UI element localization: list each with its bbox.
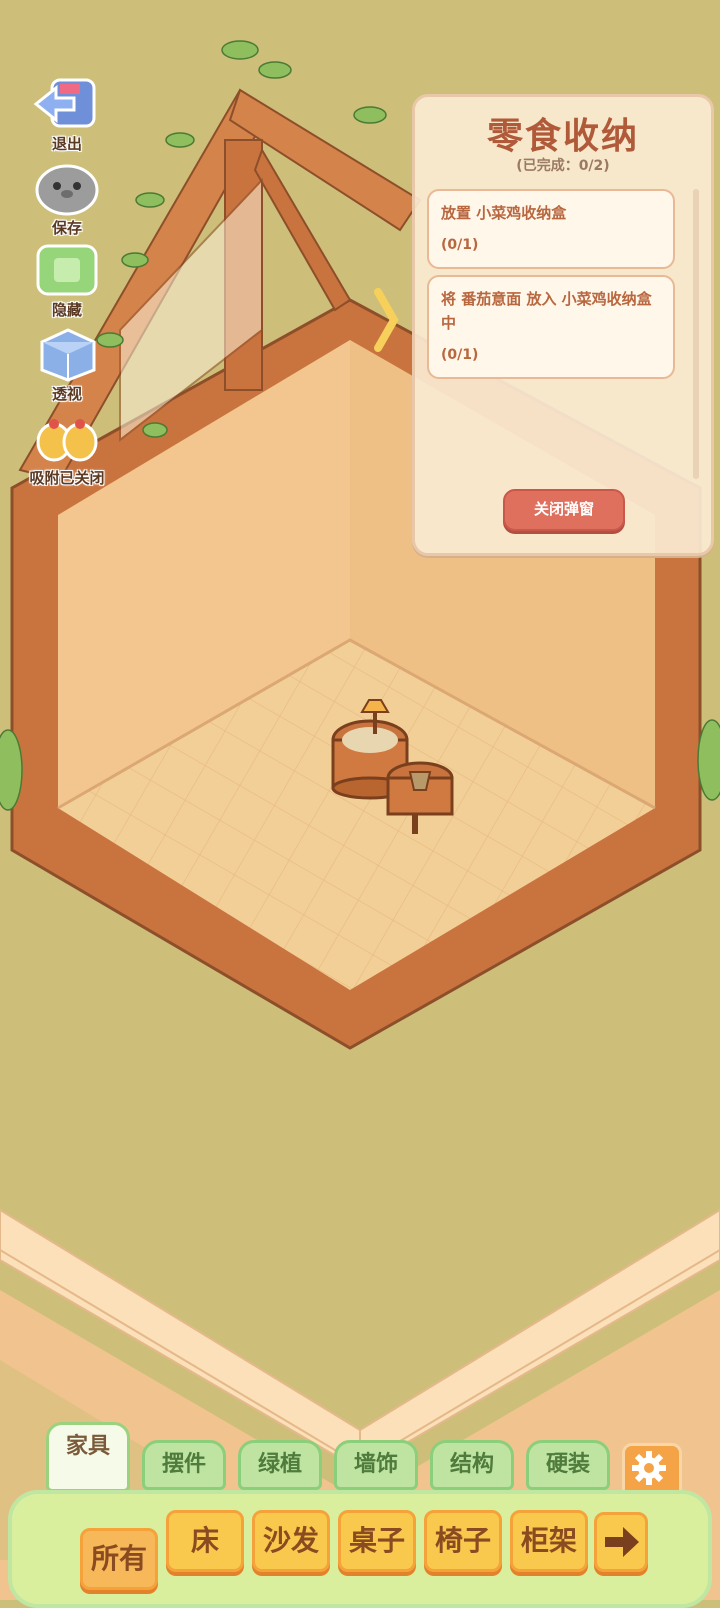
arrow-right-icon	[605, 1527, 639, 1557]
chick-snap-icon	[36, 419, 98, 462]
subcat-table[interactable]: 桌子	[338, 1510, 416, 1572]
exit-label: 退出	[51, 135, 82, 153]
exit-button[interactable]: 退出	[24, 76, 110, 154]
quest-progress: (已完成：0/2)	[516, 158, 610, 174]
hide-button[interactable]: 隐藏	[24, 242, 110, 320]
task-count: (0/1)	[441, 237, 479, 253]
quest-title: 零食收纳	[486, 116, 639, 157]
save-label: 保存	[51, 219, 82, 237]
hide-frame-icon	[36, 244, 98, 296]
tab-wall-decor[interactable]: 墙饰	[334, 1440, 418, 1490]
tab-structure[interactable]: 结构	[430, 1440, 514, 1490]
exit-arrow-icon	[33, 78, 96, 128]
task-text: 放置 小菜鸡收纳盒	[441, 204, 567, 222]
quest-task: 放置 小菜鸡收纳盒 (0/1)	[427, 189, 675, 269]
save-hamster-icon	[35, 164, 99, 216]
subcat-sofa[interactable]: 沙发	[252, 1510, 330, 1572]
gear-icon	[632, 1451, 666, 1485]
task-text: 将 番茄意面 放入 小菜鸡收纳盒中	[441, 290, 652, 332]
subcat-shelf[interactable]: 柜架	[510, 1510, 588, 1572]
tab-plants[interactable]: 绿植	[238, 1440, 322, 1490]
quest-task: 将 番茄意面 放入 小菜鸡收纳盒中 (0/1)	[427, 275, 675, 379]
perspective-cube-icon	[40, 328, 96, 382]
quest-popup: 零食收纳 (已完成：0/2) 放置 小菜鸡收纳盒 (0/1) 将 番茄意面 放入…	[412, 94, 714, 556]
subcat-chair[interactable]: 椅子	[424, 1510, 502, 1572]
quest-scrollbar[interactable]	[693, 189, 699, 479]
snap-label: 吸附已关闭	[29, 469, 105, 487]
tab-furniture[interactable]: 家具	[46, 1422, 130, 1492]
close-popup-button[interactable]: 关闭弹窗	[503, 489, 625, 531]
task-count: (0/1)	[441, 347, 479, 363]
tab-hardware[interactable]: 硬装	[526, 1440, 610, 1490]
tab-decor[interactable]: 摆件	[142, 1440, 226, 1490]
subcat-bed[interactable]: 床	[166, 1510, 244, 1572]
next-arrow-button[interactable]	[594, 1512, 648, 1572]
subcat-all[interactable]: 所有	[80, 1528, 158, 1590]
hide-label: 隐藏	[51, 301, 82, 319]
save-button[interactable]: 保存	[24, 160, 110, 238]
perspective-label: 透视	[51, 385, 82, 403]
perspective-button[interactable]: 透视	[24, 326, 110, 404]
snap-toggle-button[interactable]: 吸附已关闭	[24, 410, 110, 488]
